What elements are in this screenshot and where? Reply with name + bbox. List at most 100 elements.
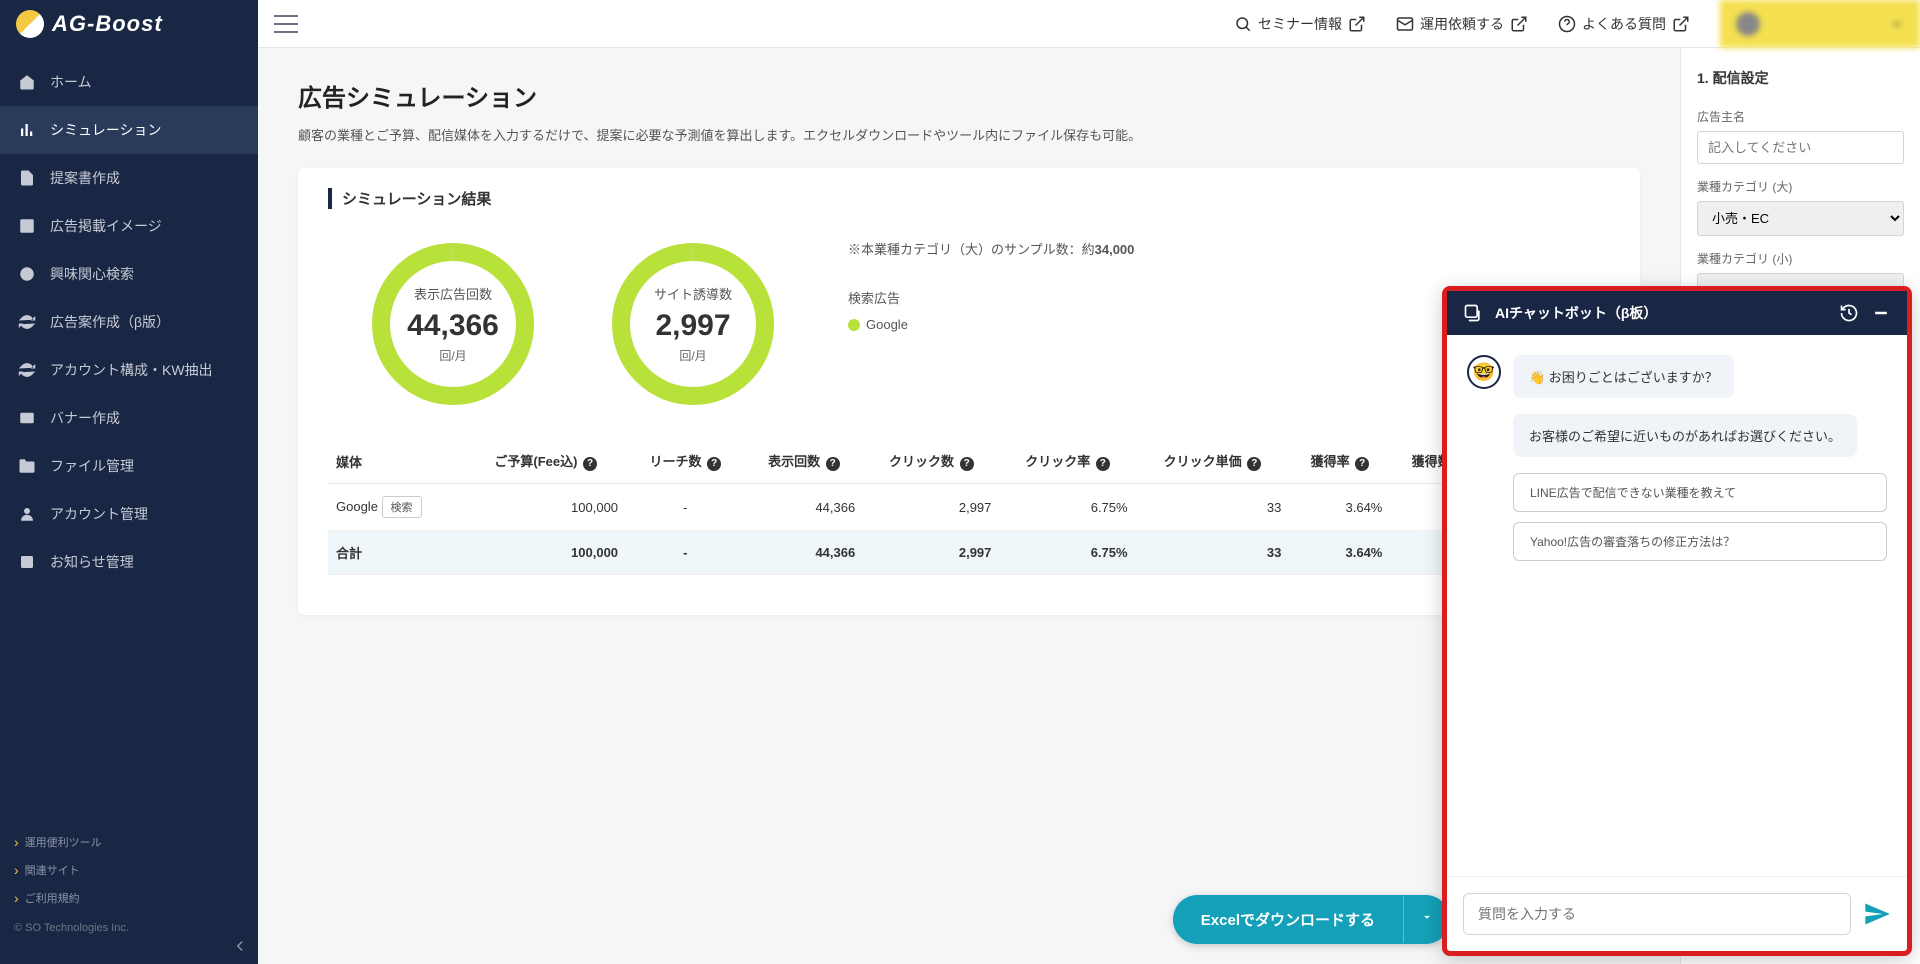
info-icon[interactable]: ? — [826, 457, 840, 471]
table-header: ご予算(Fee込) ? — [465, 439, 626, 484]
sidebar-collapse-button[interactable] — [222, 928, 258, 964]
chatbot-title: AIチャットボット（β板） — [1495, 303, 1827, 323]
chevron-down-icon — [1890, 17, 1904, 31]
chat-icon — [1463, 303, 1483, 323]
sidebar-item-7[interactable]: バナー作成 — [0, 394, 258, 442]
user-icon — [18, 505, 36, 523]
send-icon[interactable] — [1863, 900, 1891, 928]
field-label: 広告主名 — [1697, 108, 1904, 125]
sidebar-item-5[interactable]: 広告案作成（β版） — [0, 298, 258, 346]
doc-icon — [18, 169, 36, 187]
sidebar-bottom-link[interactable]: ご利用規約 — [0, 884, 258, 912]
advertiser-name-input[interactable] — [1697, 131, 1904, 164]
info-icon[interactable]: ? — [1355, 457, 1369, 471]
sidebar-item-2[interactable]: 提案書作成 — [0, 154, 258, 202]
legend-dot-icon — [848, 319, 860, 331]
header-link-label: 運用依頼する — [1420, 14, 1504, 34]
sidebar-item-label: お知らせ管理 — [50, 552, 134, 572]
header-link-label: よくある質問 — [1582, 14, 1666, 34]
gauge-value: 44,366 — [407, 309, 499, 343]
sidebar-item-label: ホーム — [50, 72, 92, 92]
sidebar-item-1[interactable]: シミュレーション — [0, 106, 258, 154]
sidebar-bottom-link[interactable]: 運用便利ツール — [0, 828, 258, 856]
table-header: 表示回数 ? — [745, 439, 864, 484]
table-header: クリック率 ? — [999, 439, 1135, 484]
info-icon[interactable]: ? — [583, 457, 597, 471]
results-table: 媒体ご予算(Fee込) ?リーチ数 ?表示回数 ?クリック数 ?クリック率 ?ク… — [328, 439, 1610, 575]
chat-suggestion[interactable]: LINE広告で配信できない業種を教えて — [1513, 473, 1887, 512]
header-link-label: セミナー情報 — [1258, 14, 1342, 34]
header-link-request[interactable]: 運用依頼する — [1396, 14, 1528, 34]
card-title: シミュレーション結果 — [328, 188, 1610, 209]
chevron-down-icon — [1420, 910, 1434, 924]
sidebar-toggle[interactable] — [274, 15, 298, 33]
sidebar-item-0[interactable]: ホーム — [0, 58, 258, 106]
sidebar-item-label: 広告掲載イメージ — [50, 216, 162, 236]
gauge-site-visits: サイト誘導数 2,997 回/月 — [608, 239, 778, 409]
sidebar-item-8[interactable]: ファイル管理 — [0, 442, 258, 490]
sidebar-item-label: アカウント構成・KW抽出 — [50, 360, 213, 380]
table-header: クリック数 ? — [863, 439, 999, 484]
gauge-label: 表示広告回数 — [414, 284, 492, 303]
gauge-unit: 回/月 — [679, 347, 706, 364]
sidebar-item-label: 提案書作成 — [50, 168, 120, 188]
help-icon — [1558, 15, 1576, 33]
category-large-select[interactable]: 小売・EC — [1697, 201, 1904, 236]
header-link-seminar[interactable]: セミナー情報 — [1234, 14, 1366, 34]
sidebar-item-label: バナー作成 — [50, 408, 120, 428]
legend-text: Google — [866, 317, 908, 332]
logo-text: AG-Boost — [52, 11, 163, 37]
external-link-icon — [1348, 15, 1366, 33]
sidebar-item-3[interactable]: 広告掲載イメージ — [0, 202, 258, 250]
gauge-label: サイト誘導数 — [654, 284, 732, 303]
news-icon — [18, 553, 36, 571]
minimize-icon[interactable] — [1871, 303, 1891, 323]
media-tag[interactable]: 検索 — [382, 496, 422, 518]
sample-count-info: ※本業種カテゴリ（大）のサンプル数：約34,000 — [848, 239, 1134, 258]
header-link-faq[interactable]: よくある質問 — [1558, 14, 1690, 34]
user-menu[interactable] — [1720, 0, 1920, 48]
page-description: 顧客の業種とご予算、配信媒体を入力するだけで、提案に必要な予測値を算出します。エ… — [298, 125, 1640, 144]
download-label: Excelでダウンロードする — [1173, 895, 1403, 944]
sidebar-item-9[interactable]: アカウント管理 — [0, 490, 258, 538]
sidebar-item-label: 興味関心検索 — [50, 264, 134, 284]
chat-greeting: 👋 お困りごとはございますか？ — [1513, 355, 1734, 398]
copyright: © SO Technologies Inc. — [0, 912, 258, 944]
logo-icon — [16, 10, 44, 38]
info-icon[interactable]: ? — [707, 457, 721, 471]
radar-icon — [18, 265, 36, 283]
table-total-row: 合計100,000-44,3662,9976.75%333.64%109 — [328, 531, 1610, 575]
sidebar-bottom-link[interactable]: 関連サイト — [0, 856, 258, 884]
field-label: 業種カテゴリ (大) — [1697, 178, 1904, 195]
chatbot-panel: AIチャットボット（β板） 🤓 👋 お困りごとはございますか？ お客様のご希望に… — [1442, 286, 1912, 956]
gauge-value: 2,997 — [655, 309, 730, 343]
chevron-left-icon — [231, 937, 249, 955]
app-logo[interactable]: AG-Boost — [0, 0, 258, 48]
bot-avatar-icon: 🤓 — [1467, 355, 1501, 389]
refresh-icon — [18, 361, 36, 379]
chat-prompt: お客様のご希望に近いものがあればお選びください。 — [1513, 414, 1857, 457]
info-icon[interactable]: ? — [960, 457, 974, 471]
chat-suggestion[interactable]: Yahoo!広告の審査落ちの修正方法は？ — [1513, 522, 1887, 561]
sidebar-item-4[interactable]: 興味関心検索 — [0, 250, 258, 298]
legend-item: Google — [848, 317, 1134, 332]
sidebar-item-10[interactable]: お知らせ管理 — [0, 538, 258, 586]
info-icon[interactable]: ? — [1096, 457, 1110, 471]
search-icon — [1234, 15, 1252, 33]
sidebar-item-label: 広告案作成（β版） — [50, 312, 170, 332]
simulation-card: シミュレーション結果 表示広告回数 44,366 回/月 サイト誘導数 2,99… — [298, 168, 1640, 615]
sidebar-item-6[interactable]: アカウント構成・KW抽出 — [0, 346, 258, 394]
table-header: クリック単価 ? — [1136, 439, 1290, 484]
info-icon[interactable]: ? — [1247, 457, 1261, 471]
chatbot-input[interactable] — [1463, 893, 1851, 935]
table-row: Google 検索100,000-44,3662,9976.75%333.64%… — [328, 484, 1610, 531]
legend-title: 検索広告 — [848, 288, 1134, 307]
image-icon — [18, 217, 36, 235]
refresh-icon — [18, 313, 36, 331]
external-link-icon — [1672, 15, 1690, 33]
history-icon[interactable] — [1839, 303, 1859, 323]
sidebar-item-label: ファイル管理 — [50, 456, 134, 476]
user-avatar-icon — [1736, 12, 1760, 36]
page-title: 広告シミュレーション — [298, 78, 1640, 113]
download-excel-button[interactable]: Excelでダウンロードする — [1173, 895, 1450, 944]
